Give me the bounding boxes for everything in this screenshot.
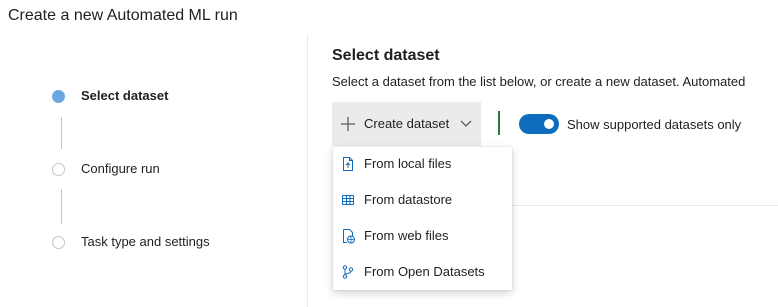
menu-item-label: From web files (364, 228, 449, 243)
create-dataset-menu: From local files From datastore From web… (333, 147, 512, 290)
step-indicator-active-icon (52, 89, 65, 103)
create-dataset-button[interactable]: Create dataset (332, 102, 481, 146)
web-file-icon (343, 229, 355, 244)
panel-divider (307, 35, 308, 307)
menu-item-label: From Open Datasets (364, 264, 485, 279)
menu-item-from-web-files[interactable]: From web files (333, 219, 512, 255)
toggle-label: Show supported datasets only (567, 117, 742, 132)
menu-item-from-open-datasets[interactable]: From Open Datasets (333, 255, 512, 291)
menu-item-from-datastore[interactable]: From datastore (333, 183, 512, 219)
page-title: Create a new Automated ML run (8, 7, 238, 24)
menu-item-from-local-files[interactable]: From local files (333, 147, 512, 183)
toggle-knob (544, 119, 554, 129)
step-select-dataset[interactable]: Select dataset (52, 86, 168, 106)
step-label: Select dataset (81, 88, 169, 103)
create-automl-run-page: Create a new Automated ML run Select dat… (0, 0, 778, 307)
section-title: Select dataset (332, 47, 440, 64)
show-supported-datasets-toggle[interactable] (519, 114, 559, 134)
section-description: Select a dataset from the list below, or… (332, 74, 746, 89)
toolbar-separator (498, 111, 500, 135)
content-divider (512, 205, 778, 206)
branch-icon (342, 265, 354, 279)
step-label: Task type and settings (81, 234, 210, 249)
step-connector (61, 117, 62, 149)
step-configure-run[interactable]: Configure run (52, 159, 160, 179)
plus-icon (341, 117, 355, 131)
step-indicator-icon (52, 162, 65, 176)
file-upload-icon (343, 157, 353, 171)
step-connector (61, 189, 62, 224)
chevron-down-icon (460, 120, 472, 127)
menu-item-label: From local files (364, 156, 452, 171)
table-icon (342, 195, 354, 205)
step-indicator-icon (52, 235, 65, 249)
menu-item-label: From datastore (364, 192, 453, 207)
step-task-type-and-settings[interactable]: Task type and settings (52, 232, 210, 252)
create-dataset-label: Create dataset (364, 116, 450, 131)
step-label: Configure run (81, 161, 160, 176)
